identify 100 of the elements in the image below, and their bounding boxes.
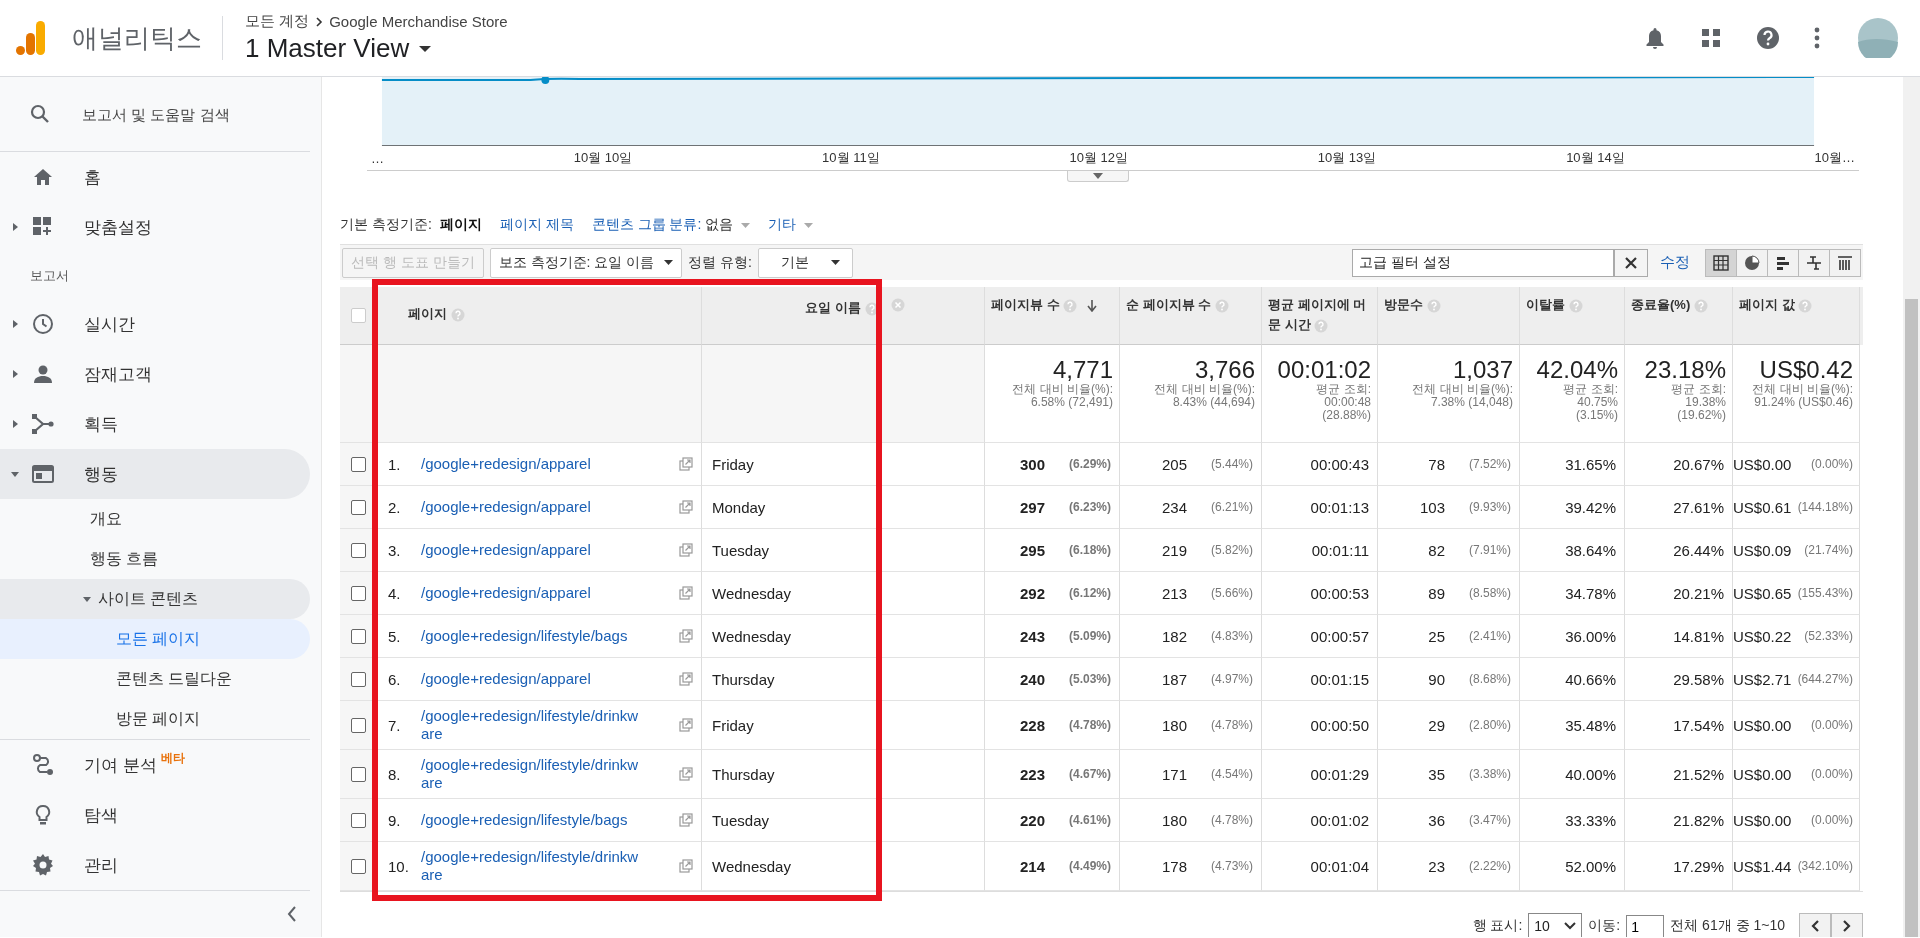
nav-item[interactable]: 사이트 콘텐츠	[0, 579, 310, 619]
sort-label: 정렬 유형:	[688, 253, 752, 272]
rows-per-page-dropdown[interactable]: 10	[1528, 913, 1583, 937]
column-header[interactable]: 이탈률	[1520, 287, 1625, 345]
nav-item[interactable]: 개요	[0, 499, 310, 539]
open-in-new-window-icon[interactable]	[679, 859, 693, 873]
column-header[interactable]: 순 페이지뷰 수	[1120, 287, 1262, 345]
collapse-handle[interactable]	[1067, 171, 1129, 182]
checkbox[interactable]	[351, 585, 366, 601]
secondary-dimension-dropdown[interactable]: 보조 측정기준: 요일 이름	[489, 247, 683, 278]
page-link[interactable]: /google+redesign/apparel	[421, 584, 645, 602]
cell-value: US$0.00	[1733, 716, 1792, 734]
checkbox[interactable]	[351, 671, 366, 687]
share-value: (4.61%)	[1067, 813, 1111, 827]
checkbox[interactable]	[351, 717, 366, 733]
scrollbar[interactable]	[1903, 77, 1920, 937]
open-in-new-window-icon[interactable]	[679, 718, 693, 732]
column-header[interactable]: 페이지뷰 수	[985, 287, 1120, 345]
nav-item[interactable]: 획득	[0, 399, 310, 449]
checkbox[interactable]	[351, 542, 366, 558]
nav-item[interactable]: 실시간	[0, 299, 310, 349]
page-link[interactable]: /google+redesign/lifestyle/drinkware	[421, 756, 645, 792]
page-link[interactable]: /google+redesign/lifestyle/bags	[421, 811, 645, 829]
column-header[interactable]: 페이지 값	[1733, 287, 1860, 345]
nav-item[interactable]: 탐색	[0, 790, 310, 840]
open-in-new-window-icon[interactable]	[679, 500, 693, 514]
checkbox[interactable]	[351, 812, 366, 828]
cell-value: 187	[1161, 670, 1187, 688]
open-in-new-window-icon[interactable]	[679, 457, 693, 471]
more-vertical-icon[interactable]	[1814, 27, 1820, 49]
nav-item[interactable]: 행동	[0, 449, 310, 499]
filter-field[interactable]: 고급 필터 설정	[1352, 248, 1614, 277]
cell-value: 00:01:04	[1310, 857, 1369, 875]
dimension-link[interactable]: 페이지 제목	[499, 216, 574, 234]
share-value: (0.00%)	[1809, 813, 1853, 827]
dimension-link[interactable]: 콘텐츠 그룹 분류: 없음	[591, 216, 751, 234]
page-link[interactable]: /google+redesign/apparel	[421, 455, 645, 473]
nav-item[interactable]: 맞춤설정	[0, 202, 310, 252]
open-in-new-window-icon[interactable]	[679, 543, 693, 557]
view-toggle[interactable]	[1736, 248, 1768, 277]
dimension-link[interactable]: 페이지	[439, 216, 482, 234]
cell-value: US$0.09	[1733, 541, 1792, 559]
share-value: (4.83%)	[1209, 629, 1253, 643]
checkbox[interactable]	[351, 456, 366, 472]
nav-item[interactable]: 콘텐츠 드릴다운	[0, 659, 310, 699]
section-heading: 보고서	[29, 266, 70, 285]
page-number-field[interactable]: 1	[1626, 915, 1665, 937]
apps-grid-icon[interactable]	[1700, 27, 1722, 49]
nav-label[interactable]: 기여 분석	[84, 753, 157, 777]
scroll-thumb[interactable]	[1905, 299, 1918, 937]
view-selector[interactable]: 1 Master View	[245, 33, 508, 64]
comparison-icon	[1806, 254, 1822, 271]
next-page-button[interactable]	[1831, 913, 1863, 937]
open-in-new-window-icon[interactable]	[679, 767, 693, 781]
bell-icon[interactable]	[1644, 26, 1666, 50]
row-number: 6.	[388, 670, 402, 688]
nav-item[interactable]: 관리	[0, 840, 310, 890]
nav-item[interactable]: 홈	[0, 152, 310, 202]
page-link[interactable]: /google+redesign/lifestyle/drinkware	[421, 707, 645, 743]
checkbox[interactable]	[351, 766, 366, 782]
share-value: (144.18%)	[1796, 500, 1853, 514]
checkbox[interactable]	[351, 499, 366, 515]
view-toggle[interactable]	[1798, 248, 1830, 277]
cell-value: 228	[1019, 716, 1045, 734]
open-in-new-window-icon[interactable]	[679, 629, 693, 643]
checkbox[interactable]	[351, 628, 366, 644]
clear-button[interactable]	[1614, 248, 1648, 277]
column-header[interactable]: 평균 페이지에 머문 시간	[1262, 287, 1378, 345]
nav-item[interactable]: 잠재고객	[0, 349, 310, 399]
checkbox[interactable]	[351, 858, 366, 874]
nav-item[interactable]: 행동 흐름	[0, 539, 310, 579]
view-toggle[interactable]	[1705, 248, 1737, 277]
breadcrumb-link[interactable]: Google Merchandise Store	[329, 13, 508, 30]
search-field[interactable]: 보고서 및 도움말 검색	[80, 104, 304, 124]
previous-page-button[interactable]	[1799, 913, 1831, 937]
collapse-chevron-icon[interactable]	[287, 906, 297, 922]
page-link[interactable]: /google+redesign/apparel	[421, 498, 645, 516]
open-in-new-window-icon[interactable]	[679, 672, 693, 686]
page-link[interactable]: /google+redesign/lifestyle/bags	[421, 627, 645, 645]
open-in-new-window-icon[interactable]	[679, 813, 693, 827]
page-link[interactable]: /google+redesign/apparel	[421, 541, 645, 559]
nav-item[interactable]: 방문 페이지	[0, 699, 310, 739]
column-header[interactable]: 방문수	[1378, 287, 1520, 345]
page-link[interactable]: /google+redesign/lifestyle/drinkware	[421, 848, 645, 884]
nav-item[interactable]: 모든 페이지	[0, 619, 310, 659]
view-toggle[interactable]	[1829, 248, 1861, 277]
help-icon	[1426, 298, 1441, 313]
open-in-new-window-icon[interactable]	[679, 586, 693, 600]
column-header[interactable]: 종료율(%)	[1625, 287, 1733, 345]
page-link[interactable]: /google+redesign/apparel	[421, 670, 645, 688]
help-icon[interactable]	[1756, 26, 1780, 50]
view-toggle[interactable]	[1767, 248, 1799, 277]
share-value: (4.54%)	[1209, 767, 1253, 781]
cell-value: 21.52%	[1673, 765, 1724, 783]
breadcrumb-link[interactable]: 모든 계정	[245, 12, 310, 31]
edit-link[interactable]: 수정	[1660, 253, 1690, 272]
table-cell: Tuesday	[702, 529, 985, 572]
pivot-icon	[1837, 254, 1853, 271]
sort-type-dropdown[interactable]: 기본	[758, 247, 853, 278]
dimension-link[interactable]: 기타	[768, 216, 814, 234]
